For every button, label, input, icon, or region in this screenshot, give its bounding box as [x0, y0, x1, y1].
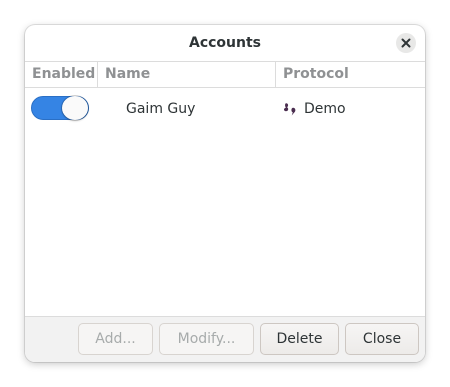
close-icon [401, 38, 411, 48]
list-header: Enabled Name Protocol [25, 62, 425, 88]
column-header-protocol[interactable]: Protocol [276, 62, 425, 87]
delete-button[interactable]: Delete [260, 323, 339, 355]
toggle-knob [62, 96, 88, 120]
column-header-name[interactable]: Name [98, 62, 276, 87]
titlebar: Accounts [25, 25, 425, 61]
add-button[interactable]: Add... [78, 323, 153, 355]
account-row[interactable]: Gaim Guy Demo [25, 88, 425, 130]
account-name: Gaim Guy [126, 101, 196, 117]
dialog-title: Accounts [188, 35, 261, 51]
account-protocol: Demo [304, 101, 346, 117]
accounts-dialog: Accounts Enabled Name Protocol Gaim Guy … [25, 25, 425, 362]
modify-button[interactable]: Modify... [159, 323, 254, 355]
window-close-button[interactable] [396, 33, 416, 53]
action-bar: Add... Modify... Delete Close [25, 316, 425, 362]
close-button[interactable]: Close [345, 323, 419, 355]
demo-protocol-icon [283, 103, 296, 116]
accounts-list: Enabled Name Protocol Gaim Guy Demo [25, 61, 425, 317]
column-header-enabled[interactable]: Enabled [25, 62, 98, 87]
enabled-toggle[interactable] [31, 96, 89, 120]
